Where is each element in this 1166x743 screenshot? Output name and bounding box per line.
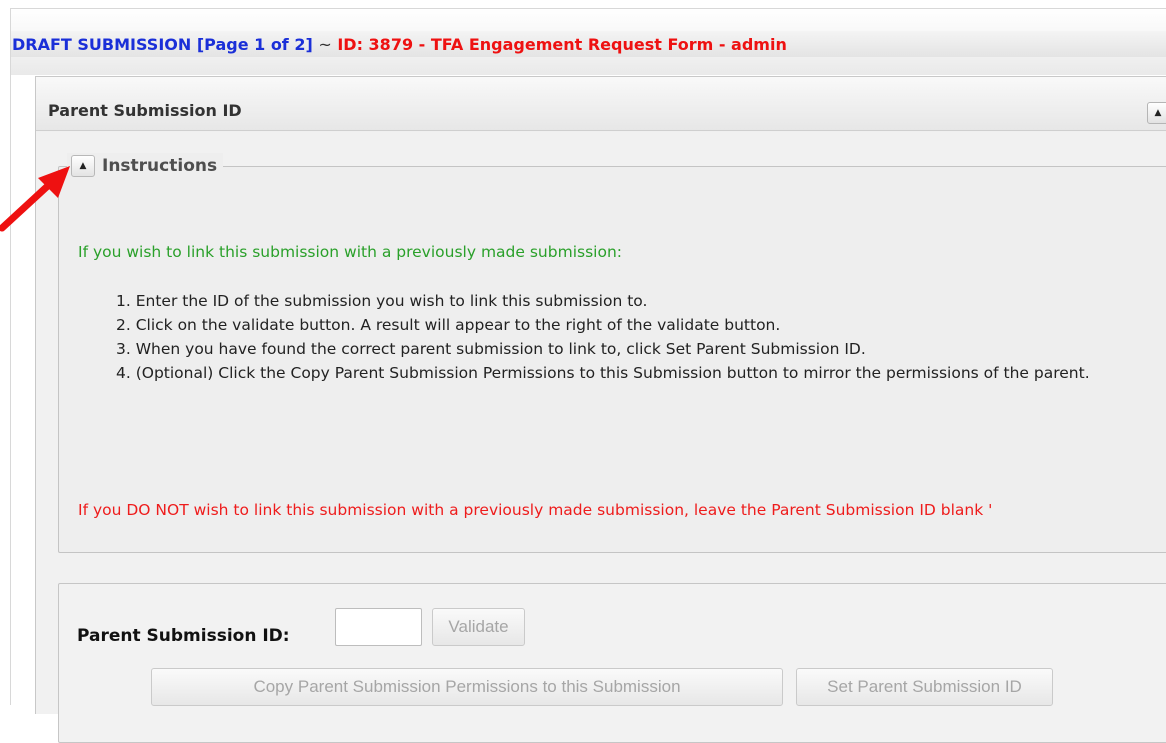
instructions-intro: If you wish to link this submission with…: [78, 243, 622, 261]
instruction-step: 1. Enter the ID of the submission you wi…: [116, 292, 648, 310]
set-parent-id-button[interactable]: Set Parent Submission ID: [796, 668, 1053, 706]
form-window: DRAFT SUBMISSION [Page 1 of 2] ~ ID: 387…: [10, 8, 1166, 743]
parent-id-input[interactable]: [335, 608, 422, 646]
annotation-arrow: [0, 166, 70, 232]
title-separator: ~: [318, 35, 332, 54]
arrow-shaft: [0, 178, 56, 232]
submission-id-title: ID: 3879 - TFA Engagement Request Form -…: [337, 35, 787, 54]
instructions-steps: 1. Enter the ID of the submission you wi…: [116, 289, 1146, 385]
draft-page-indicator: DRAFT SUBMISSION [Page 1 of 2]: [12, 35, 313, 54]
instruction-step: 4. (Optional) Click the Copy Parent Subm…: [116, 364, 1090, 382]
instructions-legend: ▲ Instructions: [67, 153, 224, 179]
panel-body: If you wish to link this submission with…: [36, 132, 1166, 743]
panel-header: Parent Submission ID ▲: [36, 77, 1166, 131]
parent-id-label: Parent Submission ID:: [77, 626, 290, 646]
instructions-legend-label: Instructions: [102, 156, 218, 176]
instructions-fieldset: If you wish to link this submission with…: [58, 166, 1166, 553]
panel-collapse-button[interactable]: ▲: [1147, 102, 1166, 124]
panel-title: Parent Submission ID: [48, 101, 242, 120]
validate-button[interactable]: Validate: [432, 608, 525, 646]
parent-submission-panel: Parent Submission ID ▲ If you wish to li…: [35, 76, 1166, 743]
page-title: DRAFT SUBMISSION [Page 1 of 2] ~ ID: 387…: [11, 31, 1166, 57]
instruction-step: 3. When you have found the correct paren…: [116, 340, 866, 358]
instruction-step: 2. Click on the validate button. A resul…: [116, 316, 781, 334]
window-title-bar: DRAFT SUBMISSION [Page 1 of 2] ~ ID: 387…: [11, 9, 1166, 75]
triangle-up-icon: ▲: [1154, 108, 1162, 118]
triangle-up-icon: ▲: [79, 161, 87, 171]
parent-id-form: Parent Submission ID: Validate Copy Pare…: [58, 583, 1166, 743]
copy-permissions-button[interactable]: Copy Parent Submission Permissions to th…: [151, 668, 783, 706]
instructions-warning: If you DO NOT wish to link this submissi…: [78, 501, 993, 519]
